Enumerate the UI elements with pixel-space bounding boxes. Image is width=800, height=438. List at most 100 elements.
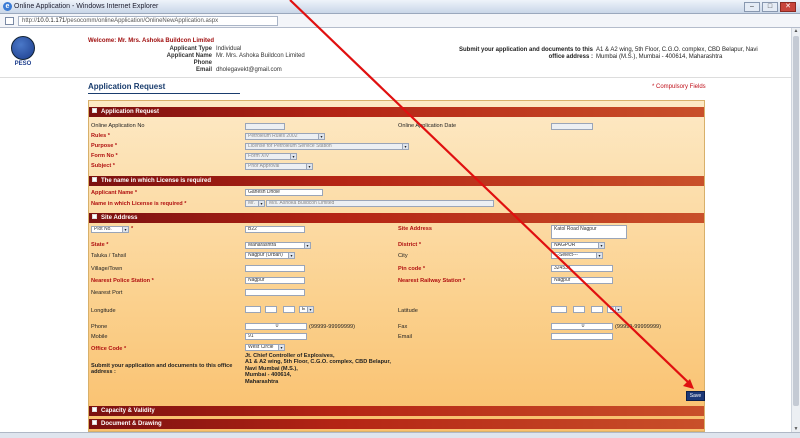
- welcome-text: Welcome: Mr. Mrs. Ashoka Buildcon Limite…: [88, 38, 215, 44]
- section-document[interactable]: Document & Drawing: [89, 419, 704, 429]
- purpose-label: Purpose *: [91, 143, 118, 149]
- pin-input[interactable]: 324534: [551, 265, 613, 272]
- phone-label: Phone: [91, 324, 108, 330]
- rules-value: Petroleum Rules 2002: [248, 133, 298, 139]
- police-input[interactable]: Nagpur: [245, 277, 305, 284]
- section-title: The name in which License is required: [101, 178, 212, 184]
- section-title: Document & Drawing: [101, 421, 162, 427]
- collapse-icon: [92, 177, 97, 182]
- chevron-down-icon: ▾: [290, 154, 296, 159]
- submit-office-label-form: Submit your application and documents to…: [91, 363, 233, 376]
- latitude-deg-input[interactable]: [551, 306, 567, 313]
- maximize-button[interactable]: □: [762, 2, 778, 12]
- online-date-label: Online Application Date: [398, 123, 457, 129]
- subject-label: Subject *: [91, 163, 115, 169]
- village-input[interactable]: [245, 265, 305, 272]
- office-code-label: Office Code *: [91, 346, 127, 352]
- peso-logo: PESO: [10, 36, 36, 70]
- phone-label: Phone: [193, 60, 212, 66]
- port-label: Nearest Port: [91, 290, 123, 296]
- chevron-down-icon: ▾: [304, 243, 310, 248]
- online-date-input[interactable]: [551, 123, 593, 130]
- latitude-dir-select[interactable]: N ▾: [607, 306, 622, 313]
- plot-type-value: Plot No.: [94, 226, 112, 232]
- form-no-value: Form XIV: [248, 153, 270, 159]
- phone-hint: (99999-99999999): [309, 324, 356, 330]
- purpose-select[interactable]: License for Petroleum Service Station ▾: [245, 143, 409, 150]
- submit-office-address: A1 & A2 wing, 5th Floor, C.G.O. complex,…: [596, 47, 758, 60]
- chevron-down-icon: ▾: [306, 164, 312, 169]
- railway-input[interactable]: Nagpur: [551, 277, 613, 284]
- status-bar: [0, 432, 800, 438]
- fax-hint: (99999-99999999): [615, 324, 662, 330]
- mobile-input[interactable]: 91: [245, 333, 307, 340]
- section-name-license[interactable]: The name in which License is required: [89, 176, 704, 186]
- window-titlebar: e Online Application - Windows Internet …: [0, 0, 800, 14]
- section-capacity[interactable]: Capacity & Validity: [89, 406, 704, 416]
- email-label: Email: [195, 67, 212, 73]
- email-row: Email dholegavekt@gmail.com: [160, 67, 305, 74]
- chevron-down-icon: ▾: [596, 253, 602, 258]
- longitude-dir-value: E: [302, 306, 306, 312]
- minimize-button[interactable]: –: [744, 2, 760, 12]
- taluka-label: Taluka / Tahsil: [91, 253, 127, 259]
- office-code-value: West Circle: [248, 344, 274, 350]
- url-field[interactable]: http://10.0.1.171/pesocomm/onlineApplica…: [18, 16, 278, 26]
- plot-required-mark: *: [131, 226, 134, 232]
- scroll-up-icon[interactable]: ▲: [793, 28, 799, 34]
- vertical-scrollbar[interactable]: ▲ ▼: [791, 28, 800, 432]
- site-address-label: Site Address: [398, 226, 432, 232]
- subject-select[interactable]: Prior Approval ▾: [245, 163, 313, 170]
- railway-label: Nearest Railway Station *: [398, 278, 466, 284]
- longitude-min-input[interactable]: [265, 306, 277, 313]
- state-label: State *: [91, 242, 109, 248]
- chevron-down-icon: ▾: [258, 201, 264, 206]
- save-button[interactable]: Save: [686, 391, 705, 401]
- chevron-down-icon: ▾: [598, 243, 604, 248]
- section-application-request[interactable]: Application Request: [89, 107, 704, 117]
- email-input[interactable]: [551, 333, 613, 340]
- online-no-input[interactable]: [245, 123, 285, 130]
- scrollbar-thumb[interactable]: [793, 36, 799, 406]
- chevron-down-icon: ▾: [288, 253, 294, 258]
- latitude-sec-input[interactable]: [591, 306, 603, 313]
- fax-input[interactable]: 0: [551, 323, 613, 330]
- district-select[interactable]: NAGPUR ▾: [551, 242, 605, 249]
- state-select[interactable]: Maharashtra ▾: [245, 242, 311, 249]
- submit-office-info: Submit your application and documents to…: [458, 47, 766, 61]
- plot-no-input[interactable]: B22: [245, 226, 305, 233]
- address-bar: http://10.0.1.171/pesocomm/onlineApplica…: [0, 14, 800, 28]
- longitude-sec-input[interactable]: [283, 306, 295, 313]
- license-name-input[interactable]: M/s. Ashoka Buildcon Limited: [266, 200, 494, 207]
- applicant-info: Applicant Type Individual Applicant Name M…: [160, 46, 305, 74]
- collapse-icon: [92, 108, 97, 113]
- applicant-name-row: Applicant Name Mr. Mrs. Ashoka Buildcon L…: [160, 53, 305, 60]
- longitude-deg-input[interactable]: [245, 306, 261, 313]
- latitude-min-input[interactable]: [573, 306, 585, 313]
- emblem-icon: [11, 36, 35, 60]
- longitude-label: Longitude: [91, 308, 116, 314]
- close-button[interactable]: ✕: [780, 2, 796, 12]
- village-label: Village/Town: [91, 266, 123, 272]
- section-site-address[interactable]: Site Address: [89, 213, 704, 223]
- expand-icon: [92, 420, 97, 425]
- license-name-label: Name in which License is required *: [91, 201, 187, 207]
- section-title: Capacity & Validity: [101, 408, 155, 414]
- rules-select[interactable]: Petroleum Rules 2002 ▾: [245, 133, 325, 140]
- section-title: Site Address: [101, 215, 138, 221]
- longitude-dir-select[interactable]: E ▾: [299, 306, 314, 313]
- title-underline: [88, 93, 240, 94]
- office-code-select[interactable]: West Circle ▾: [245, 344, 285, 351]
- taluka-select[interactable]: Nagpur (Urban) ▾: [245, 252, 295, 259]
- phone-input[interactable]: 0: [245, 323, 307, 330]
- page-title: Application Request: [88, 82, 166, 91]
- city-select[interactable]: ---Select--- ▾: [551, 252, 603, 259]
- window-buttons: – □ ✕: [744, 2, 796, 12]
- email-value: dholegavekt@gmail.com: [216, 67, 282, 73]
- title-select[interactable]: Mr. ▾: [245, 200, 265, 207]
- applicant-name-input[interactable]: Ganesh Dhole: [245, 189, 323, 196]
- plot-type-select[interactable]: Plot No. ▾: [91, 226, 129, 233]
- site-address-textarea[interactable]: Katol Road Nagpur: [551, 225, 627, 239]
- port-input[interactable]: [245, 289, 305, 296]
- form-no-select[interactable]: Form XIV ▾: [245, 153, 297, 160]
